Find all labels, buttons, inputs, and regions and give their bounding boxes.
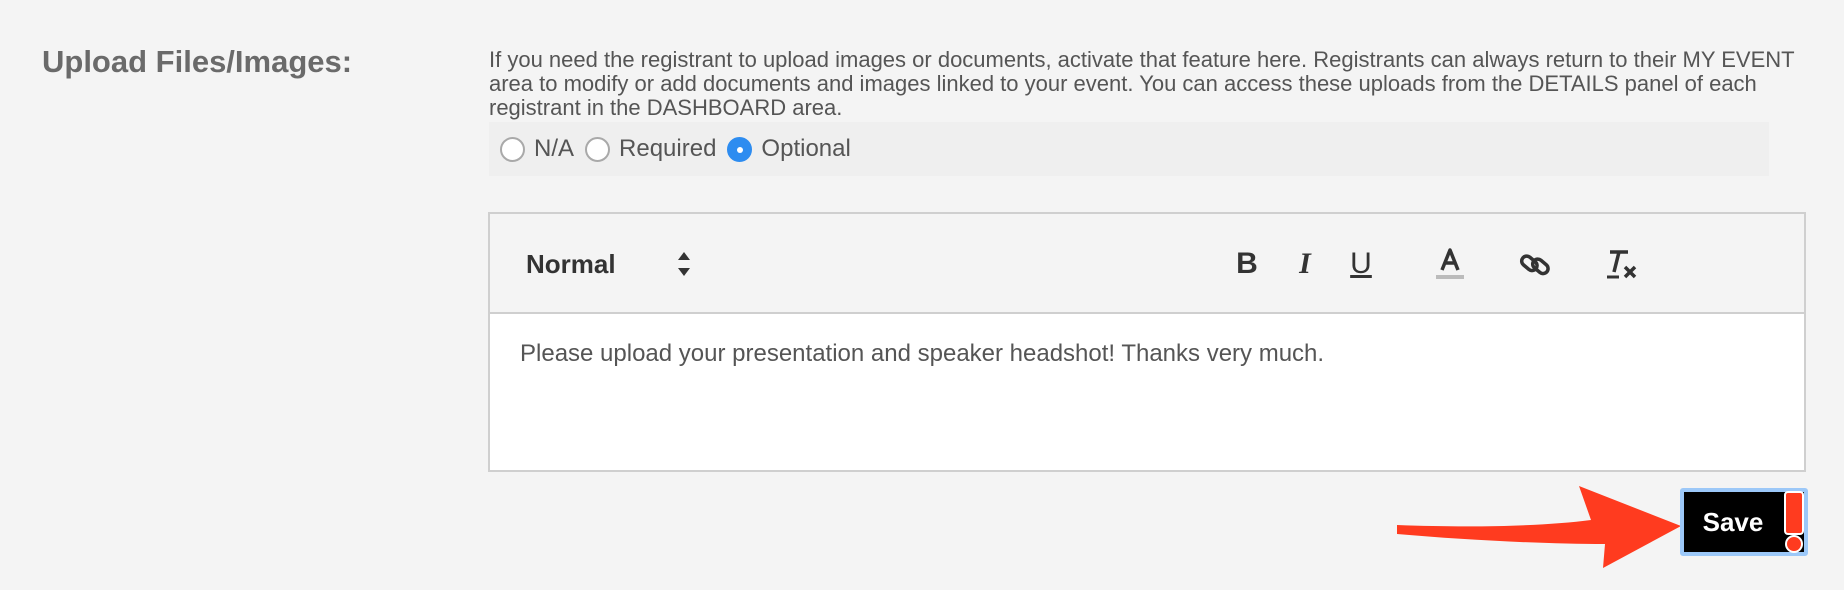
editor-toolbar: Normal B I U [490, 214, 1804, 314]
rich-text-editor: Normal B I U Please upload your presenta… [488, 212, 1806, 472]
radio-label-optional: Optional [761, 135, 851, 162]
radio-option-optional[interactable]: Optional [727, 135, 851, 163]
annotation-arrow-icon [1397, 486, 1681, 568]
link-icon [1519, 254, 1550, 276]
radio-option-na[interactable]: N/A [500, 135, 574, 163]
select-arrows-icon [678, 252, 690, 276]
format-select-value: Normal [526, 248, 616, 279]
text-color-icon [1436, 248, 1464, 279]
exclamation-annotation-icon [1784, 491, 1804, 553]
section-label: Upload Files/Images: [42, 44, 353, 79]
format-select[interactable]: Normal [526, 244, 696, 284]
clear-format-button[interactable] [1602, 244, 1642, 284]
link-button[interactable] [1515, 244, 1555, 284]
radio-label-na: N/A [534, 135, 575, 162]
help-text: If you need the registrant to upload ima… [489, 47, 1795, 120]
radio-button-optional[interactable] [727, 136, 753, 162]
text-color-button[interactable] [1430, 244, 1470, 284]
radio-button-required[interactable] [585, 136, 611, 162]
radio-label-required: Required [619, 135, 717, 162]
underline-button[interactable]: U [1346, 244, 1376, 284]
italic-button[interactable]: I [1290, 244, 1320, 284]
upload-requirement-radio-group: N/A Required Optional [489, 122, 1769, 176]
editor-content[interactable]: Please upload your presentation and spea… [490, 314, 1804, 394]
clear-format-icon [1607, 250, 1637, 279]
radio-option-required[interactable]: Required [585, 135, 716, 163]
bold-button[interactable]: B [1232, 244, 1262, 284]
radio-button-na[interactable] [500, 136, 525, 162]
